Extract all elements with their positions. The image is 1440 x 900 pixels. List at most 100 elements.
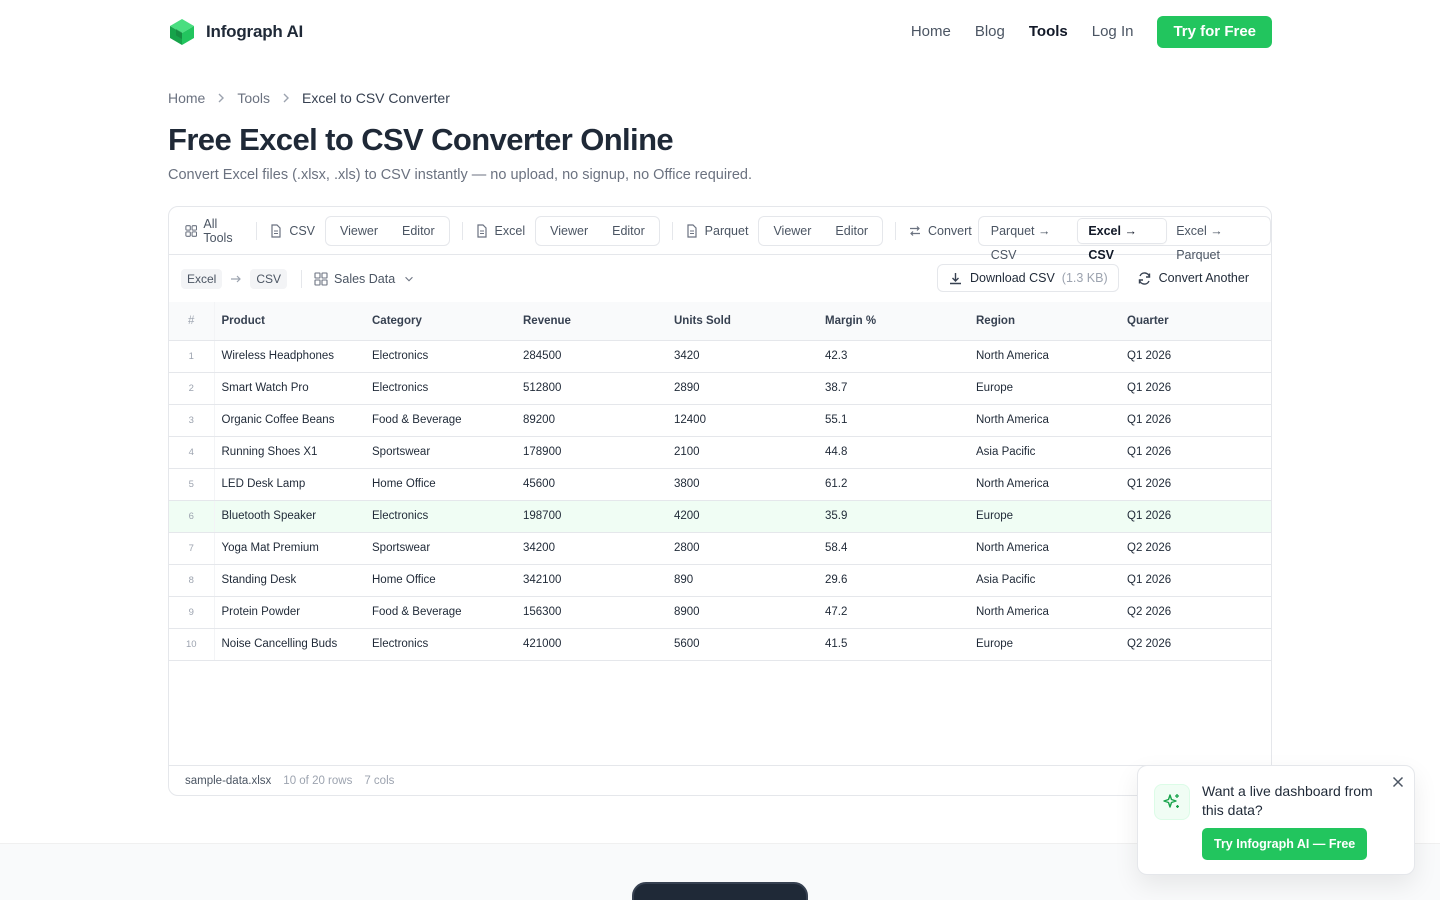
table-row[interactable]: 4 Running Shoes X1 Sportswear 178900 2100 44.… [169, 436, 1271, 469]
table-cell[interactable]: 342100 [516, 564, 667, 597]
table-cell[interactable]: 2800 [667, 532, 818, 565]
table-cell[interactable]: Running Shoes X1 [214, 436, 365, 469]
table-cell[interactable]: Q2 2026 [1120, 628, 1271, 661]
table-cell[interactable]: 29.6 [818, 564, 969, 597]
table-cell[interactable]: Organic Coffee Beans [214, 404, 365, 437]
table-cell[interactable]: 890 [667, 564, 818, 597]
column-header[interactable]: Category [365, 302, 516, 341]
sheet-selector[interactable]: Sales Data [314, 272, 415, 286]
csv-editor-tab[interactable]: Editor [390, 219, 447, 243]
table-cell[interactable]: Electronics [365, 372, 516, 405]
csv-viewer-tab[interactable]: Viewer [328, 219, 390, 243]
table-cell[interactable]: 47.2 [818, 596, 969, 629]
table-row[interactable]: 2 Smart Watch Pro Electronics 512800 2890 38.… [169, 372, 1271, 405]
column-header[interactable]: Product [214, 302, 365, 341]
table-cell[interactable]: North America [969, 532, 1120, 565]
table-cell[interactable]: 2100 [667, 436, 818, 469]
table-cell[interactable]: 284500 [516, 340, 667, 373]
table-cell[interactable]: Yoga Mat Premium [214, 532, 365, 565]
column-header[interactable]: Margin % [818, 302, 969, 341]
table-cell[interactable]: Protein Powder [214, 596, 365, 629]
table-cell[interactable]: Home Office [365, 468, 516, 501]
excel-editor-tab[interactable]: Editor [600, 219, 657, 243]
table-cell[interactable]: Sportswear [365, 436, 516, 469]
table-cell[interactable]: Bluetooth Speaker [214, 500, 365, 533]
convert-another-button[interactable]: Convert Another [1129, 264, 1257, 292]
column-header[interactable]: Quarter [1120, 302, 1271, 341]
table-cell[interactable]: Q1 2026 [1120, 500, 1271, 533]
column-header[interactable]: Units Sold [667, 302, 818, 341]
table-cell[interactable]: 35.9 [818, 500, 969, 533]
table-cell[interactable]: Q1 2026 [1120, 468, 1271, 501]
nav-login-link[interactable]: Log In [1092, 16, 1134, 48]
table-cell[interactable]: 38.7 [818, 372, 969, 405]
table-cell[interactable]: 44.8 [818, 436, 969, 469]
try-infograph-button[interactable]: Try Infograph AI — Free [1202, 828, 1368, 860]
nav-tools-link[interactable]: Tools [1029, 16, 1068, 48]
table-cell[interactable]: 198700 [516, 500, 667, 533]
column-header[interactable]: Region [969, 302, 1120, 341]
breadcrumb-tools[interactable]: Tools [237, 90, 270, 106]
table-row[interactable]: 1 Wireless Headphones Electronics 284500 342… [169, 340, 1271, 373]
table-cell[interactable]: Europe [969, 372, 1120, 405]
nav-blog-link[interactable]: Blog [975, 16, 1005, 48]
table-row[interactable]: 8 Standing Desk Home Office 342100 890 29.6 As… [169, 564, 1271, 597]
parquet-to-csv-tab[interactable]: Parquet → CSV [981, 219, 1079, 262]
table-cell[interactable]: Standing Desk [214, 564, 365, 597]
breadcrumb-home[interactable]: Home [168, 90, 205, 106]
table-cell[interactable]: 5600 [667, 628, 818, 661]
table-cell[interactable]: Q1 2026 [1120, 564, 1271, 597]
table-cell[interactable]: Q2 2026 [1120, 532, 1271, 565]
table-row[interactable]: 5 LED Desk Lamp Home Office 45600 3800 61.2 No… [169, 468, 1271, 501]
excel-to-csv-tab[interactable]: Excel → CSV [1078, 218, 1167, 262]
table-cell[interactable]: 89200 [516, 404, 667, 437]
table-cell[interactable]: Wireless Headphones [214, 340, 365, 373]
table-cell[interactable]: Food & Beverage [365, 404, 516, 437]
table-cell[interactable]: 61.2 [818, 468, 969, 501]
table-cell[interactable]: Home Office [365, 564, 516, 597]
table-cell[interactable]: 45600 [516, 468, 667, 501]
table-cell[interactable]: Asia Pacific [969, 436, 1120, 469]
table-cell[interactable]: 42.3 [818, 340, 969, 373]
table-cell[interactable]: 512800 [516, 372, 667, 405]
table-cell[interactable]: Electronics [365, 500, 516, 533]
table-cell[interactable]: 34200 [516, 532, 667, 565]
table-cell[interactable]: 421000 [516, 628, 667, 661]
table-cell[interactable]: 8900 [667, 596, 818, 629]
parquet-editor-tab[interactable]: Editor [823, 219, 880, 243]
table-cell[interactable]: 12400 [667, 404, 818, 437]
table-cell[interactable]: Europe [969, 628, 1120, 661]
table-cell[interactable]: LED Desk Lamp [214, 468, 365, 501]
table-cell[interactable]: Q2 2026 [1120, 596, 1271, 629]
table-cell[interactable]: Smart Watch Pro [214, 372, 365, 405]
table-row[interactable]: 9 Protein Powder Food & Beverage 156300 8900… [169, 596, 1271, 629]
nav-home-link[interactable]: Home [911, 16, 951, 48]
table-cell[interactable]: North America [969, 340, 1120, 373]
download-csv-button[interactable]: Download CSV (1.3 KB) [937, 264, 1119, 292]
excel-viewer-tab[interactable]: Viewer [538, 219, 600, 243]
table-cell[interactable]: Noise Cancelling Buds [214, 628, 365, 661]
table-cell[interactable]: Q1 2026 [1120, 404, 1271, 437]
table-row[interactable]: 6 Bluetooth Speaker Electronics 198700 4200 3… [169, 500, 1271, 533]
try-for-free-button[interactable]: Try for Free [1157, 16, 1272, 48]
table-cell[interactable]: Q1 2026 [1120, 436, 1271, 469]
table-cell[interactable]: 3420 [667, 340, 818, 373]
table-cell[interactable]: 178900 [516, 436, 667, 469]
table-cell[interactable]: 156300 [516, 596, 667, 629]
table-cell[interactable]: North America [969, 468, 1120, 501]
table-cell[interactable]: Q1 2026 [1120, 372, 1271, 405]
table-cell[interactable]: North America [969, 596, 1120, 629]
table-row[interactable]: 7 Yoga Mat Premium Sportswear 34200 2800 58.4… [169, 532, 1271, 565]
table-cell[interactable]: 4200 [667, 500, 818, 533]
table-cell[interactable]: Europe [969, 500, 1120, 533]
table-cell[interactable]: Electronics [365, 628, 516, 661]
table-cell[interactable]: 3800 [667, 468, 818, 501]
table-cell[interactable]: Q1 2026 [1120, 340, 1271, 373]
table-cell[interactable]: North America [969, 404, 1120, 437]
all-tools-link[interactable]: All Tools [185, 217, 244, 245]
close-icon[interactable] [1390, 774, 1406, 790]
table-cell[interactable]: 55.1 [818, 404, 969, 437]
excel-to-parquet-tab[interactable]: Excel → Parquet [1166, 219, 1268, 262]
table-cell[interactable]: Asia Pacific [969, 564, 1120, 597]
table-cell[interactable]: 58.4 [818, 532, 969, 565]
